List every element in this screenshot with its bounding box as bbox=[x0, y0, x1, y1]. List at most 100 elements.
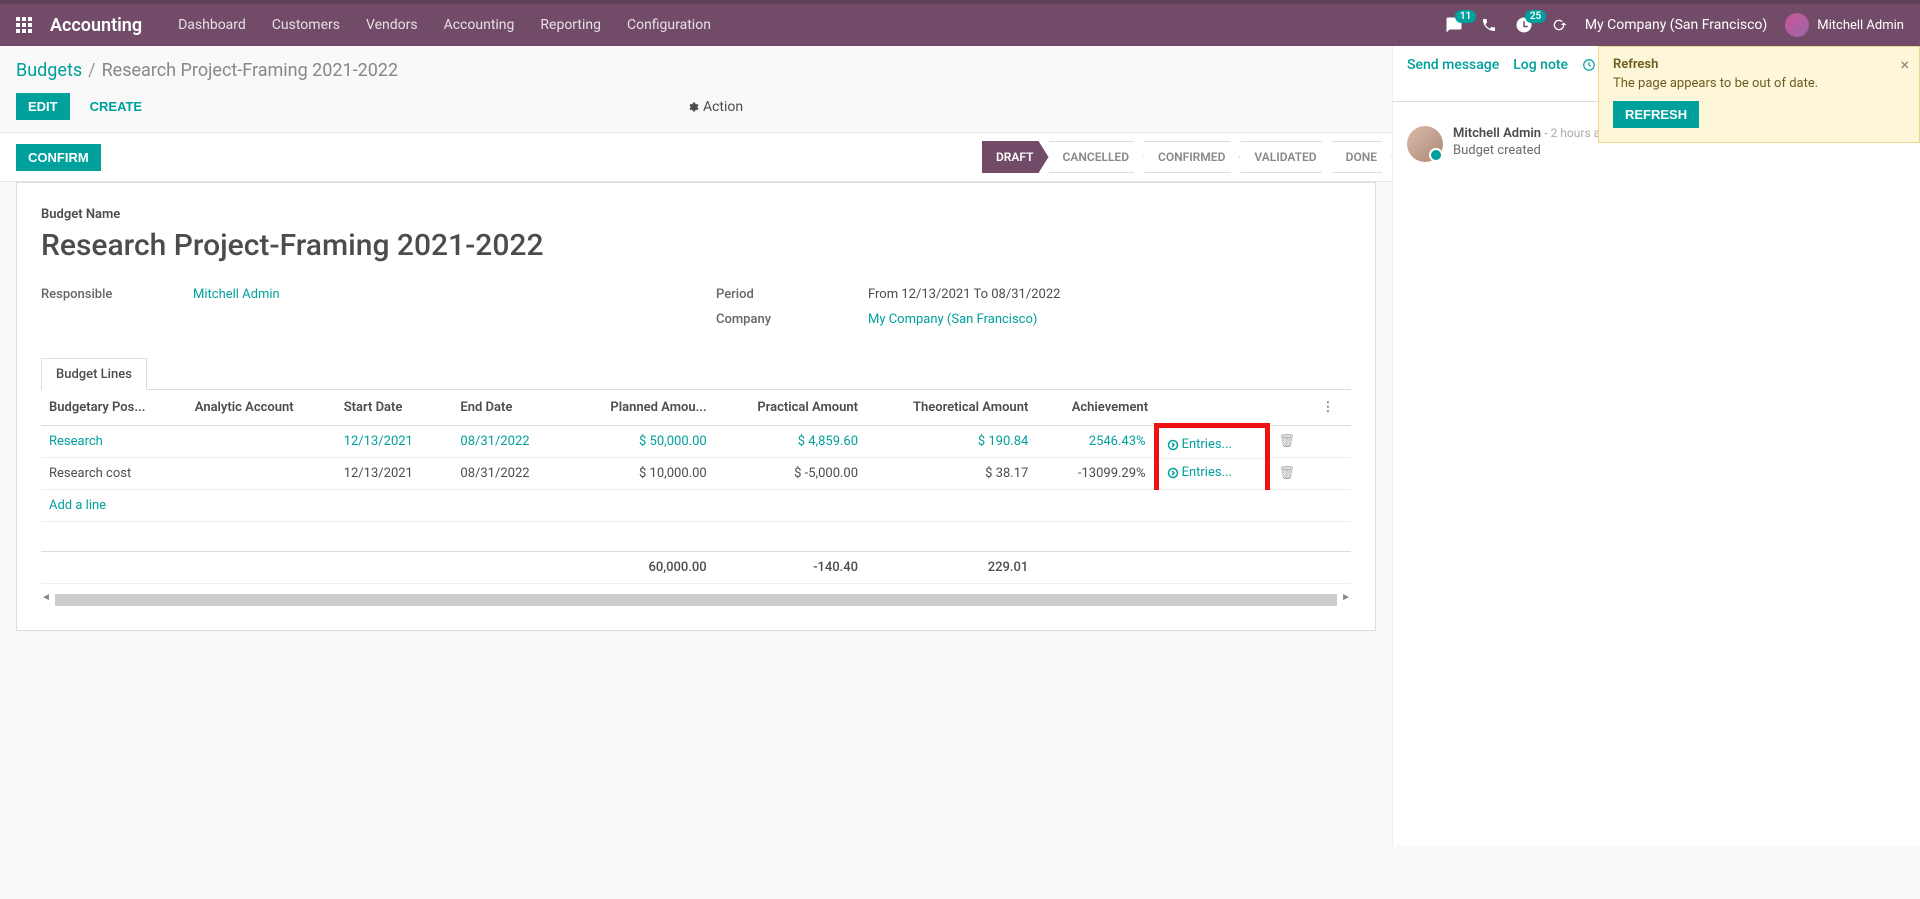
th-options[interactable]: ⋮ bbox=[1313, 390, 1351, 426]
cell-achievement: 2546.43% bbox=[1036, 426, 1156, 458]
cell-pos[interactable]: Research cost bbox=[41, 458, 187, 490]
th-start[interactable]: Start Date bbox=[336, 390, 453, 426]
status-validated[interactable]: VALIDATED bbox=[1240, 141, 1331, 173]
edit-button[interactable]: EDIT bbox=[16, 93, 70, 120]
th-end[interactable]: End Date bbox=[452, 390, 569, 426]
phone-icon[interactable] bbox=[1481, 17, 1497, 33]
cell-pos[interactable]: Research bbox=[41, 426, 187, 458]
nav-reporting[interactable]: Reporting bbox=[540, 17, 601, 33]
breadcrumb-current: Research Project-Framing 2021-2022 bbox=[102, 60, 399, 81]
chatter: Send message Log note Schedule activity … bbox=[1392, 46, 1920, 846]
nav-menu: Dashboard Customers Vendors Accounting R… bbox=[178, 17, 711, 33]
period-value: From 12/13/2021 To 08/31/2022 bbox=[868, 287, 1060, 302]
activities-badge: 25 bbox=[1525, 10, 1546, 23]
refresh-button[interactable]: REFRESH bbox=[1613, 101, 1699, 128]
cell-start: 12/13/2021 bbox=[336, 426, 453, 458]
message-author[interactable]: Mitchell Admin bbox=[1453, 126, 1541, 141]
popup-body: The page appears to be out of date. bbox=[1613, 76, 1905, 91]
refresh-popup: × Refresh The page appears to be out of … bbox=[1598, 46, 1920, 143]
confirm-button[interactable]: CONFIRM bbox=[16, 144, 101, 171]
status-draft[interactable]: DRAFT bbox=[982, 141, 1049, 173]
company-selector[interactable]: My Company (San Francisco) bbox=[1585, 17, 1767, 33]
clock-icon bbox=[1582, 58, 1596, 72]
app-title[interactable]: Accounting bbox=[50, 15, 142, 36]
entries-button[interactable]: Entries... bbox=[1167, 465, 1258, 480]
th-analytic[interactable]: Analytic Account bbox=[187, 390, 336, 426]
status-confirmed[interactable]: CONFIRMED bbox=[1144, 141, 1240, 173]
nav-vendors[interactable]: Vendors bbox=[366, 17, 418, 33]
nav-customers[interactable]: Customers bbox=[272, 17, 340, 33]
breadcrumb-sep: / bbox=[88, 60, 95, 81]
budget-name-label: Budget Name bbox=[41, 207, 1351, 222]
company-label: Company bbox=[716, 312, 856, 327]
responsible-value[interactable]: Mitchell Admin bbox=[193, 287, 280, 302]
nav-accounting[interactable]: Accounting bbox=[444, 17, 515, 33]
th-theoretical[interactable]: Theoretical Amount bbox=[866, 390, 1036, 426]
cell-practical: $ -5,000.00 bbox=[715, 458, 866, 490]
topbar: Accounting Dashboard Customers Vendors A… bbox=[0, 0, 1920, 46]
statusbar: CONFIRM DRAFT CANCELLED CONFIRMED VALIDA… bbox=[0, 132, 1392, 182]
status-cancelled[interactable]: CANCELLED bbox=[1049, 141, 1145, 173]
avatar[interactable] bbox=[1407, 126, 1443, 162]
tab-budget-lines[interactable]: Budget Lines bbox=[41, 358, 147, 390]
th-entries bbox=[1156, 390, 1268, 426]
cell-practical: $ 4,859.60 bbox=[715, 426, 866, 458]
th-budgetary-pos[interactable]: Budgetary Pos... bbox=[41, 390, 187, 426]
cell-planned: $ 50,000.00 bbox=[569, 426, 715, 458]
table-row[interactable]: Research 12/13/2021 08/31/2022 $ 50,000.… bbox=[41, 426, 1351, 458]
send-message-button[interactable]: Send message bbox=[1407, 57, 1499, 73]
user-name: Mitchell Admin bbox=[1817, 18, 1904, 33]
cell-analytic bbox=[187, 458, 336, 490]
horizontal-scrollbar[interactable] bbox=[55, 594, 1337, 606]
company-value[interactable]: My Company (San Francisco) bbox=[868, 312, 1037, 327]
create-button[interactable]: CREATE bbox=[78, 93, 154, 120]
debug-icon[interactable] bbox=[1551, 17, 1567, 33]
responsible-label: Responsible bbox=[41, 287, 181, 302]
cell-start: 12/13/2021 bbox=[336, 458, 453, 490]
message-text: Budget created bbox=[1453, 143, 1614, 158]
cell-end: 08/31/2022 bbox=[452, 426, 569, 458]
budget-lines-table: Budgetary Pos... Analytic Account Start … bbox=[41, 390, 1351, 584]
period-label: Period bbox=[716, 287, 856, 302]
activities-icon[interactable]: 25 bbox=[1515, 16, 1533, 34]
trash-icon[interactable]: 🗑 bbox=[1278, 466, 1295, 481]
entries-button[interactable]: Entries... bbox=[1167, 437, 1258, 452]
apps-icon[interactable] bbox=[16, 17, 32, 33]
breadcrumb-root[interactable]: Budgets bbox=[16, 60, 82, 81]
log-note-button[interactable]: Log note bbox=[1513, 57, 1568, 73]
action-label: Action bbox=[703, 99, 743, 115]
table-row[interactable]: Research cost 12/13/2021 08/31/2022 $ 10… bbox=[41, 458, 1351, 490]
kebab-icon: ⋮ bbox=[1321, 400, 1334, 415]
th-planned[interactable]: Planned Amou... bbox=[569, 390, 715, 426]
gear-icon bbox=[687, 101, 699, 113]
popup-title: Refresh bbox=[1613, 57, 1905, 72]
cell-theoretical: $ 38.17 bbox=[866, 458, 1036, 490]
total-planned: 60,000.00 bbox=[569, 552, 715, 584]
add-a-line[interactable]: Add a line bbox=[41, 490, 1351, 522]
cell-end: 08/31/2022 bbox=[452, 458, 569, 490]
messages-icon[interactable]: 11 bbox=[1445, 16, 1463, 34]
user-menu[interactable]: Mitchell Admin bbox=[1785, 13, 1904, 37]
total-practical: -140.40 bbox=[715, 552, 866, 584]
avatar bbox=[1785, 13, 1809, 37]
breadcrumb: Budgets / Research Project-Framing 2021-… bbox=[0, 46, 1392, 87]
cell-planned: $ 10,000.00 bbox=[569, 458, 715, 490]
nav-dashboard[interactable]: Dashboard bbox=[178, 17, 246, 33]
entries-label: Entries... bbox=[1182, 437, 1232, 452]
th-practical[interactable]: Practical Amount bbox=[715, 390, 866, 426]
status-done[interactable]: DONE bbox=[1332, 141, 1392, 173]
trash-icon[interactable]: 🗑 bbox=[1278, 434, 1295, 449]
cell-achievement: -13099.29% bbox=[1036, 458, 1156, 490]
entries-label: Entries... bbox=[1182, 465, 1232, 480]
total-theoretical: 229.01 bbox=[866, 552, 1036, 584]
close-icon[interactable]: × bbox=[1900, 55, 1909, 74]
action-dropdown[interactable]: Action bbox=[687, 99, 743, 115]
nav-configuration[interactable]: Configuration bbox=[627, 17, 711, 33]
arrow-right-icon bbox=[1167, 467, 1179, 479]
th-achievement[interactable]: Achievement bbox=[1036, 390, 1156, 426]
cell-analytic bbox=[187, 426, 336, 458]
form-sheet: Budget Name Research Project-Framing 202… bbox=[16, 182, 1376, 631]
messages-badge: 11 bbox=[1455, 10, 1476, 23]
th-delete bbox=[1268, 390, 1313, 426]
budget-name-value: Research Project-Framing 2021-2022 bbox=[41, 228, 1351, 263]
